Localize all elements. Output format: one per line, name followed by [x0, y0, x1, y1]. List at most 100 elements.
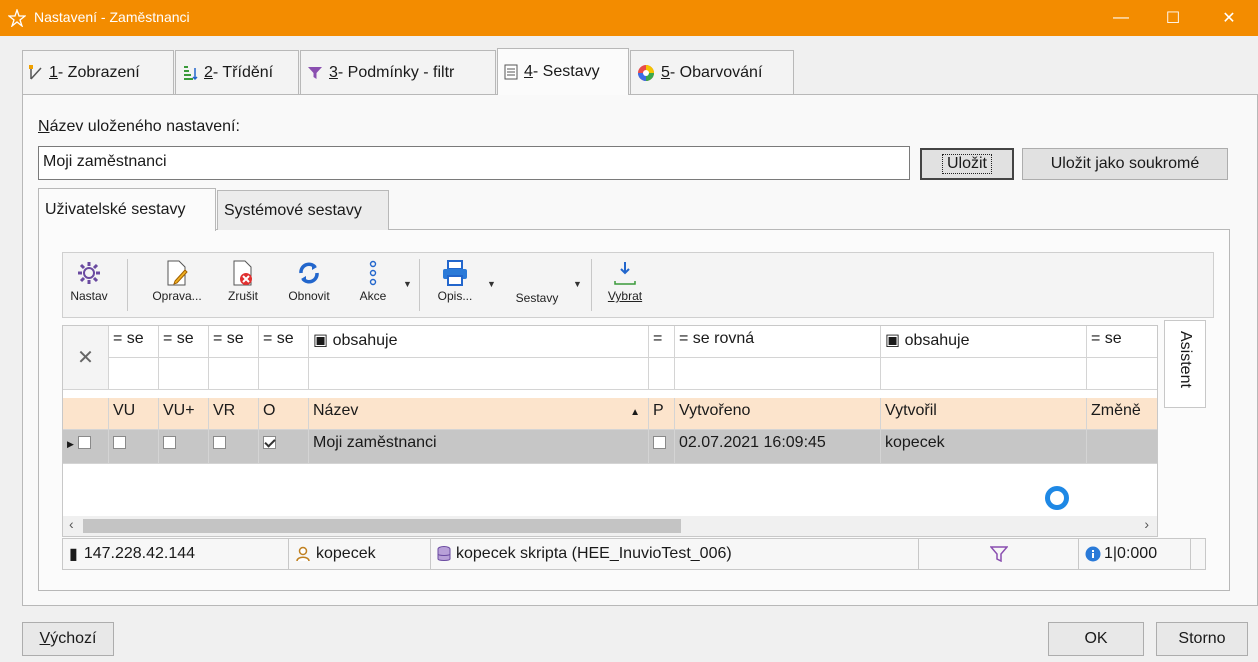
scroll-left-icon[interactable]: ‹	[69, 516, 74, 532]
filter-input-vytvoril[interactable]	[881, 358, 1087, 390]
filter-vuplus[interactable]: = se	[159, 326, 209, 358]
header-vytvoreno[interactable]: Vytvořeno	[675, 398, 881, 430]
tab-sestavy-label: - Sestavy	[532, 63, 600, 80]
status-filter[interactable]	[919, 539, 1079, 569]
filter-input-vu[interactable]	[109, 358, 159, 390]
header-vr[interactable]: VR	[209, 398, 259, 430]
sort-asc-icon: ▲	[630, 407, 640, 418]
filter-vu[interactable]: = se	[109, 326, 159, 358]
nastav-label: Nastav	[70, 289, 108, 303]
filter-input-nazev[interactable]	[309, 358, 649, 390]
filter-input-zmeneno[interactable]	[1087, 358, 1157, 390]
ok-button[interactable]: OK	[1048, 622, 1144, 656]
header-nazev[interactable]: Název ▲	[309, 398, 649, 430]
oprava-button[interactable]: Oprava...	[145, 257, 209, 303]
sestavy-button[interactable]: Sestavy	[509, 291, 565, 305]
clear-filter-icon[interactable]: ✕	[63, 326, 109, 390]
cell-vytvoreno[interactable]: 02.07.2021 16:09:45	[675, 430, 881, 464]
app-icon	[8, 9, 26, 27]
header-p[interactable]: P	[649, 398, 675, 430]
filter-o[interactable]: = se	[259, 326, 309, 358]
status-db-name: kopecek skripta (HEE_InuvioTest_006)	[456, 545, 732, 562]
obnovit-button[interactable]: Obnovit	[281, 257, 337, 303]
filter-input-p[interactable]	[649, 358, 675, 390]
horizontal-scrollbar[interactable]: ‹ ›	[63, 516, 1157, 536]
cell-vu[interactable]	[109, 430, 159, 464]
header-vytvoril[interactable]: Vytvořil	[881, 398, 1087, 430]
tab-podminky[interactable]: 3 - Podmínky - filtr	[300, 50, 496, 94]
save-private-button[interactable]: Uložit jako soukromé	[1022, 148, 1228, 180]
cell-vytvoril[interactable]: kopecek	[881, 430, 1087, 464]
opis-button[interactable]: Opis...	[431, 257, 479, 303]
filter-input-vytvoreno[interactable]	[675, 358, 881, 390]
filter-zmeneno[interactable]: = se	[1087, 326, 1157, 358]
tab-trideni-key: 2	[204, 63, 213, 81]
title-bar: Nastavení - Zaměstnanci — ☐ ✕	[0, 0, 1258, 36]
filter-input-vr[interactable]	[209, 358, 259, 390]
tab-obarvovani-key: 5	[661, 63, 670, 81]
sestavy-dropdown-icon[interactable]: ▼	[573, 279, 582, 289]
storno-button[interactable]: Storno	[1156, 622, 1248, 656]
status-database: kopecek skripta (HEE_InuvioTest_006)	[431, 539, 919, 569]
status-server: ▮ 147.228.42.144	[63, 539, 289, 569]
akce-button[interactable]: Akce	[355, 257, 391, 303]
filter-vytvoreno[interactable]: = se rovná	[675, 326, 881, 358]
tab-user-reports[interactable]: Uživatelské sestavy	[38, 188, 216, 231]
tab-zobrazeni-key: 1	[49, 63, 58, 81]
vr-checkbox[interactable]	[213, 436, 226, 450]
name-label: Název uloženého nastavení:	[38, 118, 240, 136]
nastav-button[interactable]: Nastav	[70, 257, 108, 303]
cell-o[interactable]	[259, 430, 309, 464]
vu-checkbox[interactable]	[113, 436, 126, 450]
opis-dropdown-icon[interactable]: ▼	[487, 279, 496, 289]
default-button[interactable]: Výchozí	[22, 622, 114, 656]
contains-icon: ▣	[885, 332, 905, 349]
scrollbar-thumb[interactable]	[83, 519, 681, 533]
header-zmeneno[interactable]: Změně	[1087, 398, 1157, 430]
vybrat-button[interactable]: Vybrat	[603, 257, 647, 303]
filter-icon	[308, 66, 322, 79]
printer-icon	[443, 260, 467, 286]
header-vuplus[interactable]: VU+	[159, 398, 209, 430]
filter-nazev[interactable]: ▣ obsahuje	[309, 326, 649, 358]
save-button[interactable]: Uložit	[920, 148, 1014, 180]
tab-obarvovani[interactable]: 5 - Obarvování	[630, 50, 794, 94]
status-bar: ▮ 147.228.42.144 kopecek kopecek skripta …	[62, 538, 1206, 570]
vuplus-checkbox[interactable]	[163, 436, 176, 450]
report-icon	[504, 64, 518, 80]
p-checkbox[interactable]	[653, 436, 666, 450]
reports-grid: ✕ = se = se = se = se ▣ obsahuje = = se …	[62, 325, 1158, 537]
filter-input-vuplus[interactable]	[159, 358, 209, 390]
scroll-right-icon[interactable]: ›	[1144, 516, 1149, 532]
header-o[interactable]: O	[259, 398, 309, 430]
row-selector[interactable]: ▶	[63, 430, 109, 464]
tab-zobrazeni-label: - Zobrazení	[57, 63, 140, 81]
assistant-tab[interactable]: Asistent	[1164, 320, 1206, 408]
o-checkbox[interactable]	[263, 436, 276, 450]
zrusit-button[interactable]: Zrušit	[223, 257, 263, 303]
filter-vr[interactable]: = se	[209, 326, 259, 358]
name-label-text: ázev uloženého nastavení:	[49, 118, 240, 135]
cell-vuplus[interactable]	[159, 430, 209, 464]
cell-vr[interactable]	[209, 430, 259, 464]
tab-trideni[interactable]: 2 - Třídění	[175, 50, 299, 94]
close-button[interactable]: ✕	[1206, 0, 1252, 36]
tab-system-reports[interactable]: Systémové sestavy	[217, 190, 389, 230]
cell-nazev[interactable]: Moji zaměstnanci	[309, 430, 649, 464]
tab-zobrazeni[interactable]: 1 - Zobrazení	[22, 50, 174, 94]
header-vu[interactable]: VU	[109, 398, 159, 430]
setting-name-input[interactable]: Moji zaměstnanci	[38, 146, 910, 180]
tab-sestavy[interactable]: 4 - Sestavy	[497, 48, 629, 95]
header-nazev-label: Název	[313, 402, 359, 419]
cell-p[interactable]	[649, 430, 675, 464]
minimize-button[interactable]: —	[1098, 0, 1144, 36]
cell-zmeneno[interactable]	[1087, 430, 1157, 464]
filter-input-o[interactable]	[259, 358, 309, 390]
status-count: 1|0:000	[1079, 539, 1191, 569]
status-ip: 147.228.42.144	[83, 545, 196, 562]
maximize-button[interactable]: ☐	[1150, 0, 1196, 36]
filter-vytvoril[interactable]: ▣ obsahuje	[881, 326, 1087, 358]
akce-dropdown-icon[interactable]: ▼	[403, 279, 412, 289]
row-select-checkbox[interactable]	[77, 436, 91, 450]
filter-p[interactable]: =	[649, 326, 675, 358]
